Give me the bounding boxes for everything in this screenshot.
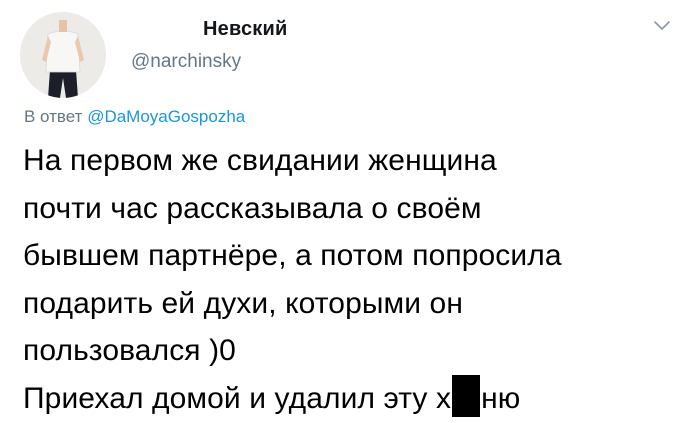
tweet-line: бывшем партнёре, а потом попросила	[23, 239, 562, 272]
tweet-text: На первом же свидании женщина почти час …	[23, 137, 693, 422]
tweet-last-line-start: Приехал домой и удалил эту х	[23, 381, 452, 415]
tweet-line: почти час рассказывала о своём	[23, 191, 482, 225]
chevron-down-icon	[654, 21, 670, 30]
tweet-line: пользовался )0	[23, 334, 236, 367]
reply-prefix: В ответ	[24, 107, 83, 126]
reply-context: В ответ @DaMoyaGospozha	[24, 107, 245, 127]
censor-block	[452, 374, 481, 417]
display-name[interactable]: Невский	[203, 18, 288, 41]
tweet-last-line-end: ню	[481, 381, 521, 415]
tweet-line: подарить ей духи, которыми он	[23, 286, 464, 320]
tweet-menu-button[interactable]	[650, 16, 674, 36]
avatar[interactable]	[20, 12, 106, 98]
user-handle[interactable]: @narchinsky	[131, 51, 241, 73]
reply-mention-link[interactable]: @DaMoyaGospozha	[87, 107, 245, 126]
tweet-line: На первом же свидании женщина	[23, 144, 497, 177]
tweet-last-line: Приехал домой и удалил эту х ню	[23, 374, 693, 423]
avatar-photo	[20, 12, 106, 98]
